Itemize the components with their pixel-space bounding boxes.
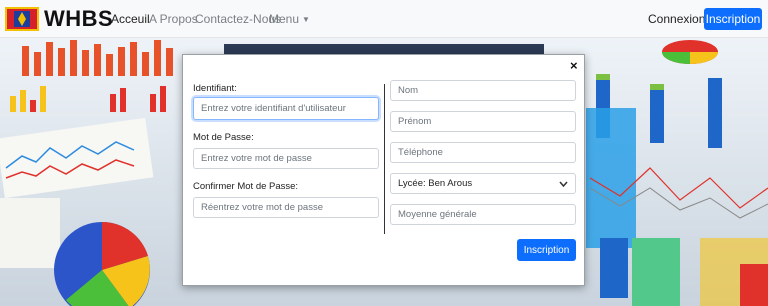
nav-about-link[interactable]: A Propos xyxy=(149,12,198,26)
navbar: WHBS Acceuil A Propos Contactez-Nous Men… xyxy=(0,0,768,38)
lycee-select[interactable]: Lycée: Ben Arous xyxy=(390,173,576,194)
column-divider xyxy=(384,84,385,234)
moyenne-input[interactable]: Moyenne générale xyxy=(390,204,576,225)
lycee-select-value: Lycée: Ben Arous xyxy=(398,178,473,189)
telephone-input[interactable]: Téléphone xyxy=(390,142,576,163)
identifiant-input[interactable]: Entrez votre identifiant d'utilisateur xyxy=(193,97,379,120)
identifiant-label: Identifiant: xyxy=(193,83,237,94)
prenom-input[interactable]: Prénom xyxy=(390,111,576,132)
chevron-down-icon xyxy=(559,181,568,187)
confirm-password-input[interactable]: Réentrez votre mot de passe xyxy=(193,197,379,218)
signup-button[interactable]: Inscription xyxy=(704,8,762,30)
signup-modal: × Identifiant: Entrez votre identifiant … xyxy=(182,54,585,286)
password-label: Mot de Passe: xyxy=(193,132,254,143)
nav-menu-label: Menu xyxy=(269,12,300,26)
modal-signup-button[interactable]: Inscription xyxy=(517,239,576,261)
password-input[interactable]: Entrez votre mot de passe xyxy=(193,148,379,169)
brand-name[interactable]: WHBS xyxy=(44,6,113,32)
login-link[interactable]: Connexion xyxy=(648,12,705,26)
nav-home-link[interactable]: Acceuil xyxy=(111,12,150,26)
close-icon[interactable]: × xyxy=(570,58,578,73)
confirm-password-label: Confirmer Mot de Passe: xyxy=(193,181,299,192)
nav-menu-dropdown[interactable]: Menu ▼ xyxy=(269,12,310,26)
school-logo-icon[interactable] xyxy=(5,5,39,33)
caret-down-icon: ▼ xyxy=(302,15,310,25)
nom-input[interactable]: Nom xyxy=(390,80,576,101)
